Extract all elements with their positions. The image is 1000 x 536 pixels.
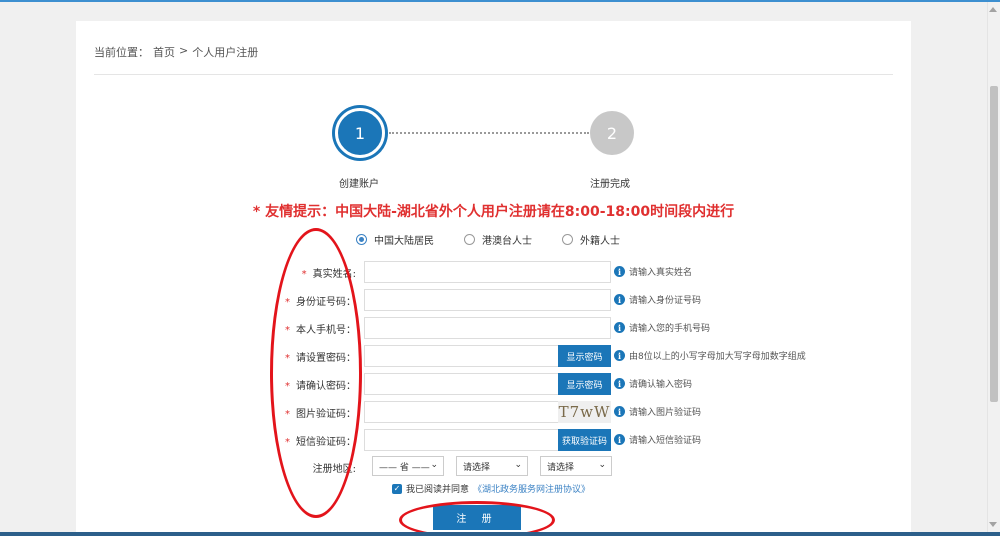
- chevron-down-icon: ⌄: [514, 460, 522, 470]
- form-row-password: * 请设置密码： 显示密码 i 由8位以上的小写字母加大写字母加数字组成: [76, 345, 911, 367]
- show-password-button[interactable]: 显示密码: [558, 345, 611, 367]
- radio-unchecked-icon[interactable]: [562, 234, 573, 245]
- breadcrumb-prefix: 当前位置：: [94, 46, 149, 59]
- confirm-password-input[interactable]: [364, 373, 559, 395]
- info-icon: i: [614, 266, 625, 277]
- registration-card: 当前位置： 首页 > 个人用户注册 1 2 创建账户 注册完成 * 友情提示：中…: [76, 21, 911, 536]
- confirm-password-hint: i 请确认输入密码: [614, 377, 692, 390]
- step-connector: [389, 132, 589, 134]
- breadcrumb: 当前位置： 首页 > 个人用户注册: [94, 44, 258, 60]
- radio-foreigner[interactable]: 外籍人士: [562, 232, 620, 247]
- scroll-down-icon[interactable]: [989, 522, 997, 527]
- radio-mainland-label: 中国大陆居民: [374, 236, 434, 247]
- form-row-confirm-password: * 请确认密码： 显示密码 i 请确认输入密码: [76, 373, 911, 395]
- phone-input[interactable]: [364, 317, 611, 339]
- taskbar-strip: [0, 532, 1000, 536]
- info-icon: i: [614, 406, 625, 417]
- form-row-image-captcha: * 图片验证码： T7wW i 请输入图片验证码: [76, 401, 911, 423]
- sms-code-input[interactable]: [364, 429, 559, 451]
- show-confirm-password-button[interactable]: 显示密码: [558, 373, 611, 395]
- step-1-circle: 1: [335, 108, 385, 158]
- hint-text: 请输入身份证号码: [629, 296, 702, 306]
- scroll-up-icon[interactable]: [989, 7, 997, 12]
- hint-text: 请输入您的手机号码: [629, 324, 711, 334]
- district-value: 请选择: [547, 462, 575, 473]
- password-input[interactable]: [364, 345, 559, 367]
- info-icon: i: [614, 350, 625, 361]
- form-row-phone: * 本人手机号： i 请输入您的手机号码: [76, 317, 911, 339]
- id-number-input[interactable]: [364, 289, 611, 311]
- form-row-id-number: * 身份证号码： i 请输入身份证号码: [76, 289, 911, 311]
- browser-top-line: [0, 0, 1000, 2]
- district-select[interactable]: 请选择 ⌄: [540, 456, 612, 476]
- phone-hint: i 请输入您的手机号码: [614, 321, 710, 334]
- breadcrumb-home-link[interactable]: 首页: [153, 44, 175, 60]
- radio-checked-icon[interactable]: [356, 234, 367, 245]
- chevron-down-icon: ⌄: [430, 460, 438, 470]
- scroll-thumb[interactable]: [990, 86, 998, 402]
- chevron-down-icon: ⌄: [598, 460, 606, 470]
- city-select[interactable]: 请选择 ⌄: [456, 456, 528, 476]
- password-hint: i 由8位以上的小写字母加大写字母加数字组成: [614, 349, 806, 362]
- info-icon: i: [614, 378, 625, 389]
- real-name-hint: i 请输入真实姓名: [614, 265, 692, 278]
- breadcrumb-current: 个人用户注册: [192, 46, 259, 59]
- radio-unchecked-icon[interactable]: [464, 234, 475, 245]
- page-scrollbar[interactable]: [987, 2, 1000, 532]
- hint-text: 请确认输入密码: [629, 380, 693, 390]
- province-select[interactable]: —— 省 —— ⌄: [372, 456, 444, 476]
- hint-text: 请输入短信验证码: [629, 436, 702, 446]
- province-value: —— 省 ——: [379, 462, 430, 473]
- info-icon: i: [614, 322, 625, 333]
- step-2-label: 注册完成: [590, 179, 630, 190]
- annotation-oval-labels: [270, 228, 362, 518]
- identity-type-group: 中国大陆居民 港澳台人士 外籍人士: [356, 232, 620, 247]
- header-divider: [94, 74, 893, 75]
- info-icon: i: [614, 294, 625, 305]
- hint-text: 请输入真实姓名: [629, 268, 693, 278]
- id-number-hint: i 请输入身份证号码: [614, 293, 701, 306]
- radio-hk-macau-taiwan-label: 港澳台人士: [482, 236, 532, 247]
- sms-code-hint: i 请输入短信验证码: [614, 433, 701, 446]
- notice-text: * 友情提示：中国大陆-湖北省外个人用户注册请在8:00-18:00时间段内进行: [252, 204, 735, 220]
- agreement-checkbox[interactable]: ✓: [392, 483, 402, 494]
- city-value: 请选择: [463, 462, 491, 473]
- info-icon: i: [614, 434, 625, 445]
- form-row-sms-code: * 短信验证码： 获取验证码 i 请输入短信验证码: [76, 429, 911, 451]
- step-1-label: 创建账户: [339, 179, 379, 190]
- radio-hk-macau-taiwan[interactable]: 港澳台人士: [464, 232, 532, 247]
- image-captcha-hint: i 请输入图片验证码: [614, 405, 701, 418]
- radio-mainland[interactable]: 中国大陆居民: [356, 232, 434, 247]
- form-row-region: 注册地区: —— 省 —— ⌄ 请选择 ⌄ 请选择 ⌄: [76, 456, 911, 476]
- agreement-text: 我已阅读并同意: [406, 485, 470, 495]
- form-row-real-name: * 真实姓名: i 请输入真实姓名: [76, 261, 911, 283]
- real-name-input[interactable]: [364, 261, 611, 283]
- agreement-link[interactable]: 《湖北政务服务网注册协议》: [473, 482, 590, 495]
- captcha-image[interactable]: T7wW: [558, 401, 611, 423]
- step-2-circle: 2: [590, 111, 634, 155]
- hint-text: 请输入图片验证码: [629, 408, 702, 418]
- image-captcha-input[interactable]: [364, 401, 559, 423]
- get-sms-code-button[interactable]: 获取验证码: [558, 429, 611, 451]
- radio-foreigner-label: 外籍人士: [580, 236, 620, 247]
- hint-text: 由8位以上的小写字母加大写字母加数字组成: [629, 352, 806, 362]
- annotation-oval-submit: [399, 501, 555, 536]
- agreement-row: ✓ 我已阅读并同意 《湖北政务服务网注册协议》: [392, 482, 590, 495]
- breadcrumb-separator: >: [179, 44, 189, 57]
